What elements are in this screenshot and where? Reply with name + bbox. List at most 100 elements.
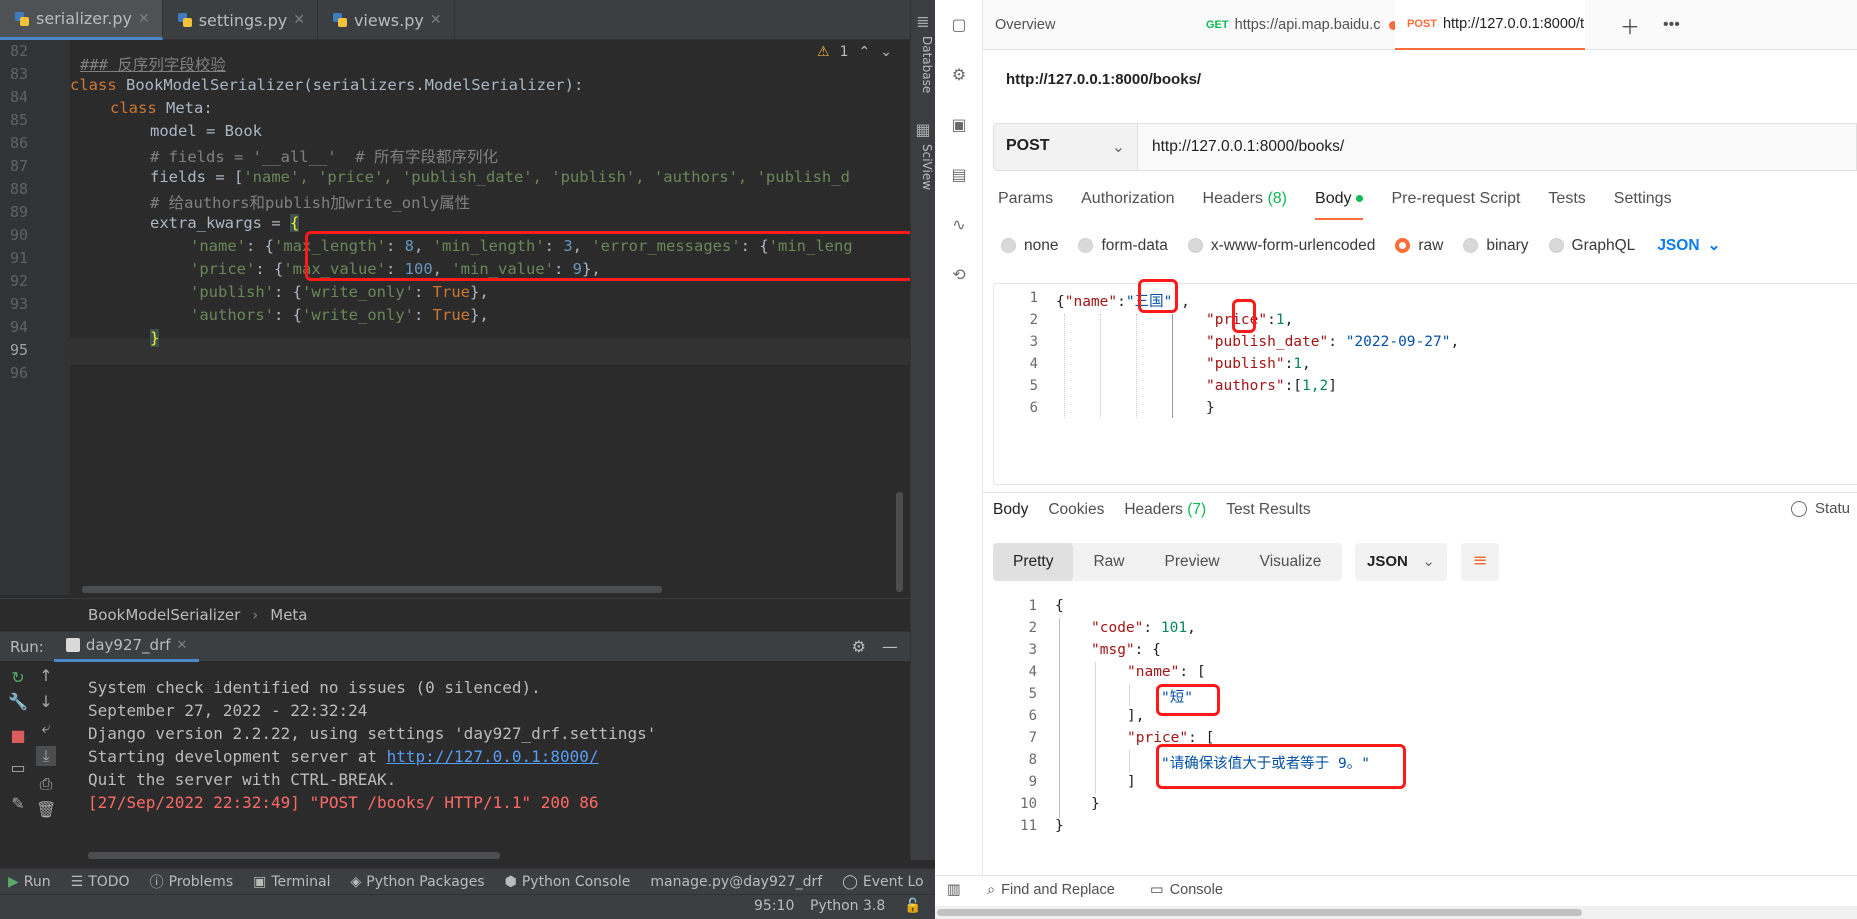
response-tab-test-results[interactable]: Test Results <box>1226 501 1310 519</box>
history-icon[interactable]: ⟲ <box>948 264 970 286</box>
arrow-up-icon[interactable]: ↑ <box>36 666 56 686</box>
chevron-down-icon[interactable]: ⌄ <box>880 44 892 60</box>
database-icon[interactable]: ≣ <box>913 12 933 32</box>
rerun-icon[interactable]: ↻ <box>8 668 28 688</box>
tab-settings-py[interactable]: settings.py ✕ <box>163 0 318 40</box>
run-console[interactable]: System check identified no issues (0 sil… <box>70 662 910 862</box>
view-mode-raw[interactable]: Raw <box>1073 543 1144 581</box>
problems-tool-button[interactable]: ⓘ Problems <box>150 872 234 892</box>
body-option-graphql[interactable]: GraphQL <box>1548 237 1635 255</box>
tab-settings[interactable]: Settings <box>1614 190 1672 220</box>
tab-params[interactable]: Params <box>998 190 1053 220</box>
pane-divider[interactable] <box>983 492 1857 493</box>
view-mode-visualize[interactable]: Visualize <box>1240 543 1342 581</box>
database-tool-button[interactable]: Database <box>914 36 934 93</box>
inspection-widget[interactable]: ⚠ 1 ⌃ ⌄ <box>817 44 892 60</box>
body-option-urlencoded[interactable]: x-www-form-urlencoded <box>1187 237 1375 255</box>
url-input[interactable]: http://127.0.0.1:8000/books/ <box>1138 123 1857 171</box>
view-mode-preview[interactable]: Preview <box>1145 543 1240 581</box>
print-icon[interactable]: ⎙ <box>36 774 56 794</box>
minimize-icon[interactable]: — <box>882 637 898 656</box>
trash-icon[interactable]: 🗑 <box>36 800 56 820</box>
response-body-viewer[interactable]: 1 2 3 4 5 6 7 8 9 10 11 { "code": 101, "… <box>993 594 1857 854</box>
console-horizontal-scrollbar[interactable] <box>88 852 500 859</box>
globe-icon[interactable] <box>1791 500 1807 517</box>
response-tab-body[interactable]: Body <box>993 501 1028 519</box>
interpreter-selector[interactable]: Python 3.8 <box>810 898 885 914</box>
wrap-lines-icon[interactable]: ≡ <box>1461 543 1499 581</box>
stop-icon[interactable]: ■ <box>8 726 28 746</box>
radio-icon <box>1001 238 1016 253</box>
find-replace-button[interactable]: ⌕ Find and Replace <box>987 882 1115 898</box>
scroll-to-end-icon[interactable]: ⤓ <box>36 746 56 766</box>
close-icon[interactable]: ✕ <box>138 11 150 27</box>
layout-icon[interactable]: ▭ <box>8 758 28 778</box>
body-option-raw[interactable]: raw <box>1395 237 1443 255</box>
tab-authorization[interactable]: Authorization <box>1081 190 1174 220</box>
caret-position[interactable]: 95:10 <box>754 898 794 914</box>
scrollbar-thumb[interactable] <box>937 909 1582 916</box>
body-format-select[interactable]: JSON ⌄ <box>1657 236 1720 255</box>
tab-post-request[interactable]: POST http://127.0.0.1:8000/t <box>1395 0 1585 50</box>
monitors-icon[interactable]: ∿ <box>948 214 970 236</box>
pin-icon[interactable]: ✎ <box>8 794 28 814</box>
apis-icon[interactable]: ⚙ <box>948 64 970 86</box>
collections-icon[interactable]: ▢ <box>948 14 970 36</box>
request-name[interactable]: http://127.0.0.1:8000/books/ <box>1006 71 1201 88</box>
tab-pre-request-script[interactable]: Pre-request Script <box>1391 190 1520 220</box>
view-mode-pretty[interactable]: Pretty <box>993 543 1074 581</box>
body-option-none[interactable]: none <box>1001 237 1058 255</box>
python-packages-tool-button[interactable]: ◈ Python Packages <box>351 874 485 890</box>
soft-wrap-icon[interactable]: ⤶ <box>36 718 56 738</box>
tab-get-request[interactable]: GET https://api.map.baidu.c <box>1206 0 1398 50</box>
response-format-select[interactable]: JSON ⌄ <box>1355 543 1447 581</box>
close-icon[interactable]: ✕ <box>430 12 442 28</box>
indent-guide <box>1095 662 1096 794</box>
sciview-tool-button[interactable]: SciView <box>914 144 934 190</box>
body-option-form-data[interactable]: form-data <box>1078 237 1168 255</box>
close-icon[interactable]: ✕ <box>177 638 188 653</box>
sciview-icon[interactable]: ▦ <box>913 120 933 140</box>
postman-horizontal-scrollbar[interactable] <box>935 906 1857 919</box>
breadcrumb-item-meta[interactable]: Meta <box>270 606 307 624</box>
code-editor[interactable]: ⚠ 1 ⌃ ⌄ ### 反序列字段校验 class BookModelSeria… <box>70 40 910 595</box>
tab-tests[interactable]: Tests <box>1548 190 1585 220</box>
response-tab-headers[interactable]: Headers (7) <box>1124 501 1206 519</box>
run-tool-button[interactable]: ▶ Run <box>8 874 51 890</box>
arrow-down-icon[interactable]: ↓ <box>36 692 56 712</box>
new-tab-plus-icon[interactable]: ＋ <box>1620 0 1640 50</box>
terminal-tool-button[interactable]: ▣ Terminal <box>253 874 330 890</box>
breadcrumb-item-class[interactable]: BookModelSerializer <box>88 606 240 624</box>
python-console-tool-button[interactable]: ⬢ Python Console <box>505 874 631 890</box>
wrench-icon[interactable]: 🔧 <box>8 692 28 712</box>
response-line-3: "msg": { <box>1091 642 1161 658</box>
tab-body[interactable]: Body <box>1315 190 1364 220</box>
response-line-9: ] <box>1127 774 1136 790</box>
mock-servers-icon[interactable]: ▤ <box>948 164 970 186</box>
chevron-up-icon[interactable]: ⌃ <box>859 44 871 60</box>
request-body-editor[interactable]: 1 2 3 4 5 6 {"name":"三国" , "price":1, "p… <box>993 279 1857 485</box>
line-number: 11 <box>1020 818 1037 834</box>
sidebar-toggle-icon[interactable]: ▥ <box>947 882 961 898</box>
manage-py-tool-button[interactable]: manage.py@day927_drf <box>650 874 822 890</box>
more-options-icon[interactable]: ••• <box>1663 0 1680 50</box>
lock-icon[interactable]: 🔓 <box>904 898 921 914</box>
editor-horizontal-scrollbar[interactable] <box>82 586 662 593</box>
todo-tool-button[interactable]: ☰ TODO <box>71 874 130 890</box>
body-option-binary[interactable]: binary <box>1463 237 1529 255</box>
tab-headers[interactable]: Headers (8) <box>1203 190 1288 220</box>
method-select[interactable]: POST ⌄ <box>993 123 1138 171</box>
tab-overview[interactable]: Overview <box>995 0 1055 50</box>
environments-icon[interactable]: ▣ <box>948 114 970 136</box>
server-link[interactable]: http://127.0.0.1:8000/ <box>387 747 599 766</box>
tab-views-py[interactable]: views.py ✕ <box>318 0 455 40</box>
postman-footer: ▥ ⌕ Find and Replace ▭ Console <box>935 875 1857 905</box>
close-icon[interactable]: ✕ <box>293 12 305 28</box>
tab-serializer-py[interactable]: serializer.py ✕ <box>0 0 163 40</box>
run-config-tab[interactable]: day927_drf ✕ <box>53 632 200 662</box>
editor-vertical-scrollbar[interactable] <box>896 492 903 592</box>
response-tab-cookies[interactable]: Cookies <box>1048 501 1104 519</box>
console-button[interactable]: ▭ Console <box>1150 882 1223 898</box>
event-log-tool-button[interactable]: ◯ Event Lo <box>842 874 923 890</box>
gear-icon[interactable]: ⚙ <box>852 637 866 656</box>
